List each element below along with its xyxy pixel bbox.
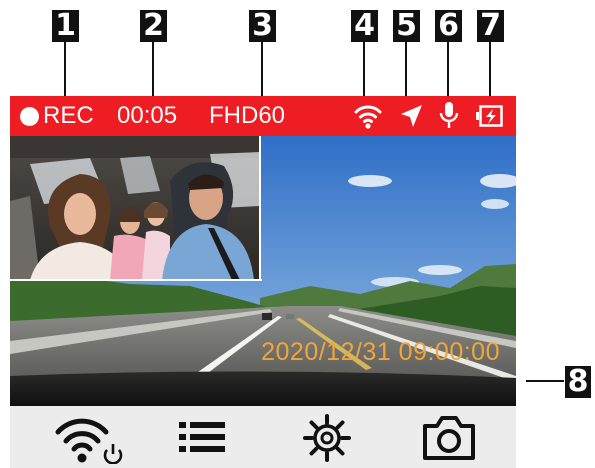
callout-4-leader [363,42,365,96]
battery-charging-icon [476,105,503,127]
gps-arrow-icon [401,105,422,127]
wifi-power-icon[interactable] [54,412,130,464]
callout-1: 1 [52,10,79,42]
camera-snapshot-icon[interactable] [422,412,476,462]
callout-2-leader [152,42,154,96]
callout-6: 6 [435,10,462,42]
record-dot-icon [20,107,39,126]
resolution-label: FHD60 [209,102,286,129]
callout-4: 4 [351,10,378,42]
callout-3: 3 [249,10,276,42]
callout-1-leader [64,42,66,96]
elapsed-time: 00:05 [117,102,178,129]
settings-gear-icon[interactable] [303,414,351,462]
callout-8-leader [526,380,564,382]
callout-6-leader [447,42,449,96]
callout-3-leader [261,42,263,96]
dashcam-screen: REC 00:05 FHD60 2020/12/31 09:00:00 [10,96,516,468]
wifi-icon [354,105,382,129]
callout-5: 5 [393,10,420,42]
rec-label: REC [43,102,94,129]
callout-5-leader [405,42,407,96]
menu-list-icon[interactable] [179,420,225,454]
callout-8: 8 [565,366,591,398]
callout-2: 2 [140,10,167,42]
bottom-toolbar [10,406,516,468]
callout-7: 7 [477,10,504,42]
timestamp-overlay: 2020/12/31 09:00:00 [261,338,500,366]
microphone-icon [439,102,459,128]
status-bar: REC 00:05 FHD60 [10,96,516,136]
callout-7-leader [489,42,491,96]
